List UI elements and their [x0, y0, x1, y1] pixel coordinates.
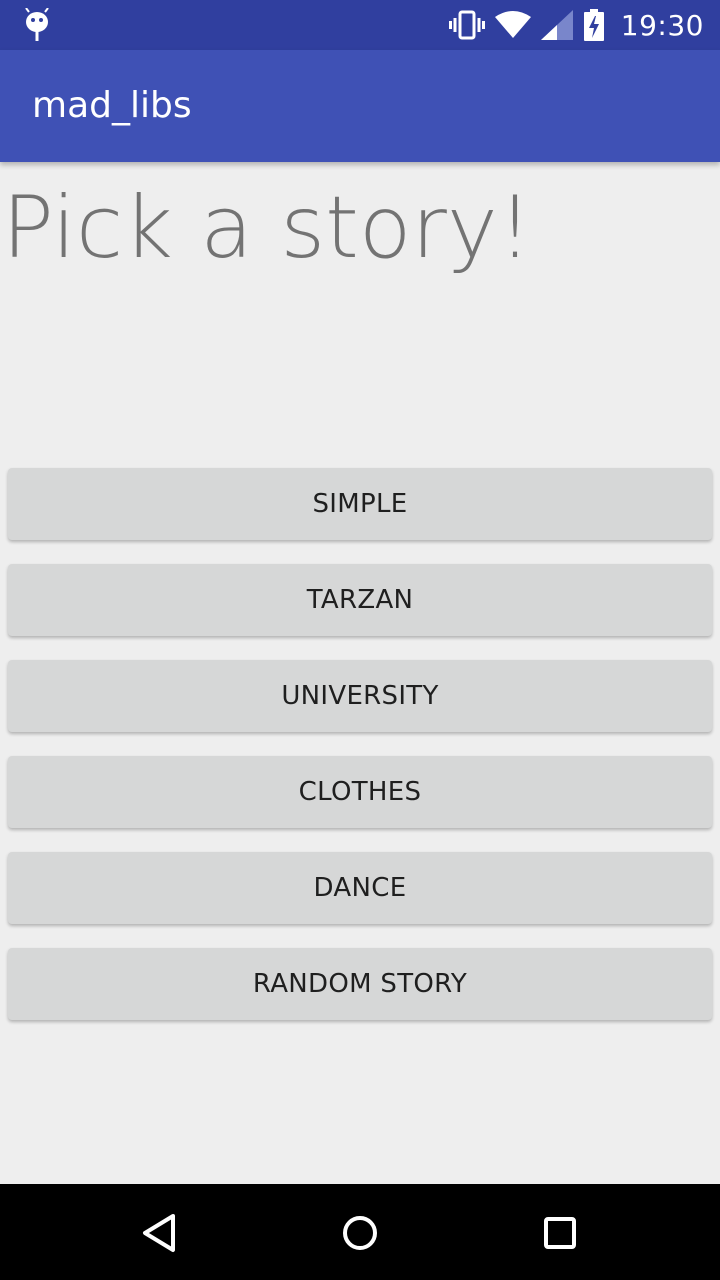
back-icon[interactable] — [135, 1208, 185, 1258]
wifi-icon — [494, 11, 531, 38]
status-bar: 19:30 — [0, 0, 720, 50]
signal-icon — [540, 10, 573, 40]
app-bar: mad_libs — [0, 50, 720, 162]
vibrate-icon — [448, 10, 485, 40]
recents-icon[interactable] — [535, 1208, 585, 1258]
navigation-bar — [0, 1184, 720, 1280]
tarzan-button[interactable]: TARZAN — [8, 564, 712, 636]
clothes-button[interactable]: CLOTHES — [8, 756, 712, 828]
random-story-button[interactable]: RANDOM STORY — [8, 948, 712, 1020]
university-button[interactable]: UNIVERSITY — [8, 660, 712, 732]
simple-button[interactable]: SIMPLE — [8, 468, 712, 540]
page-headline: Pick a story! — [2, 178, 533, 278]
dance-button[interactable]: DANCE — [8, 852, 712, 924]
android-debug-icon — [25, 8, 49, 41]
status-time: 19:30 — [620, 8, 704, 42]
home-icon[interactable] — [335, 1208, 385, 1258]
story-button-list: SIMPLE TARZAN UNIVERSITY CLOTHES DANCE R… — [8, 468, 712, 1044]
app-title: mad_libs — [32, 85, 192, 126]
battery-charging-icon — [583, 9, 604, 41]
